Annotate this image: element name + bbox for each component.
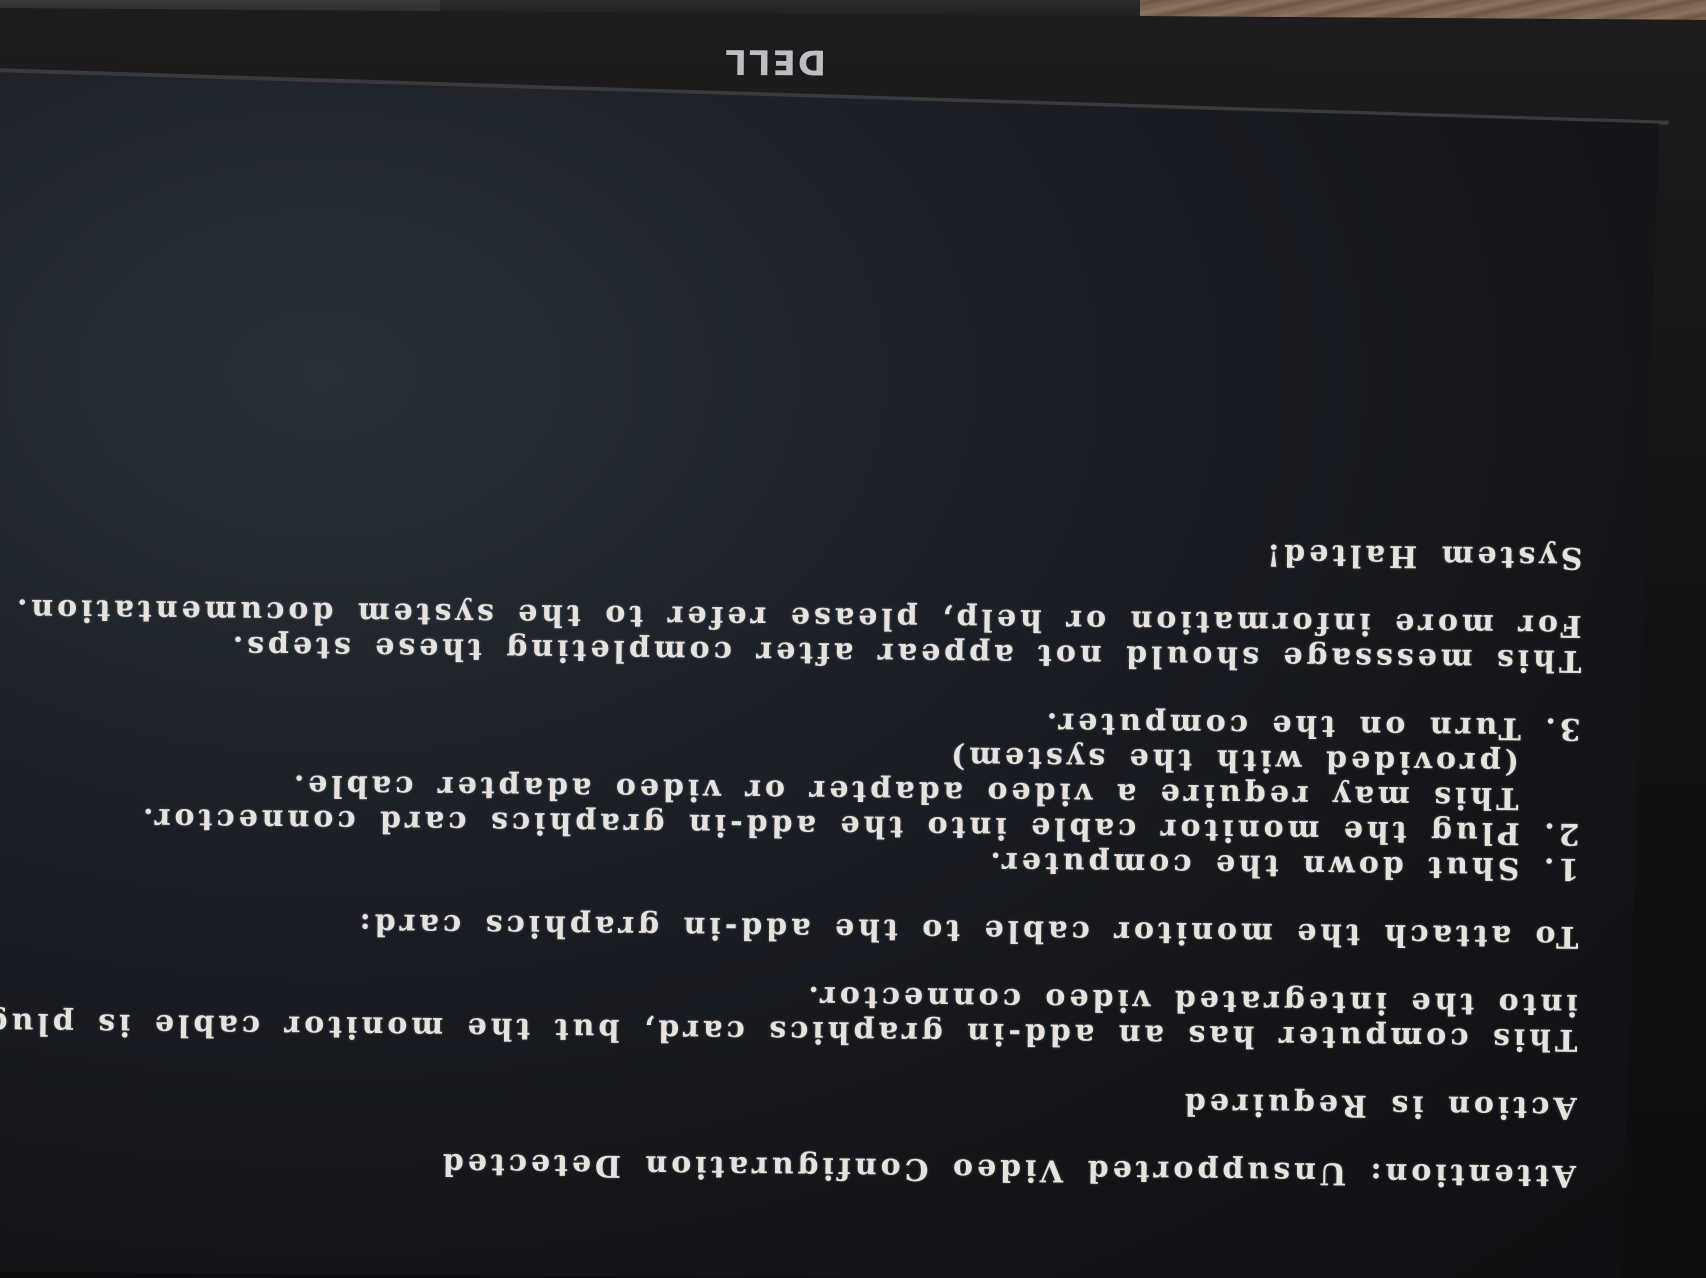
bios-message: Attention: Unsupported Video Configurati… (0, 377, 1584, 1193)
photo-scene: DELL Attention: Unsupported Video Config… (0, 0, 1706, 1278)
dell-logo: DELL (723, 41, 827, 82)
